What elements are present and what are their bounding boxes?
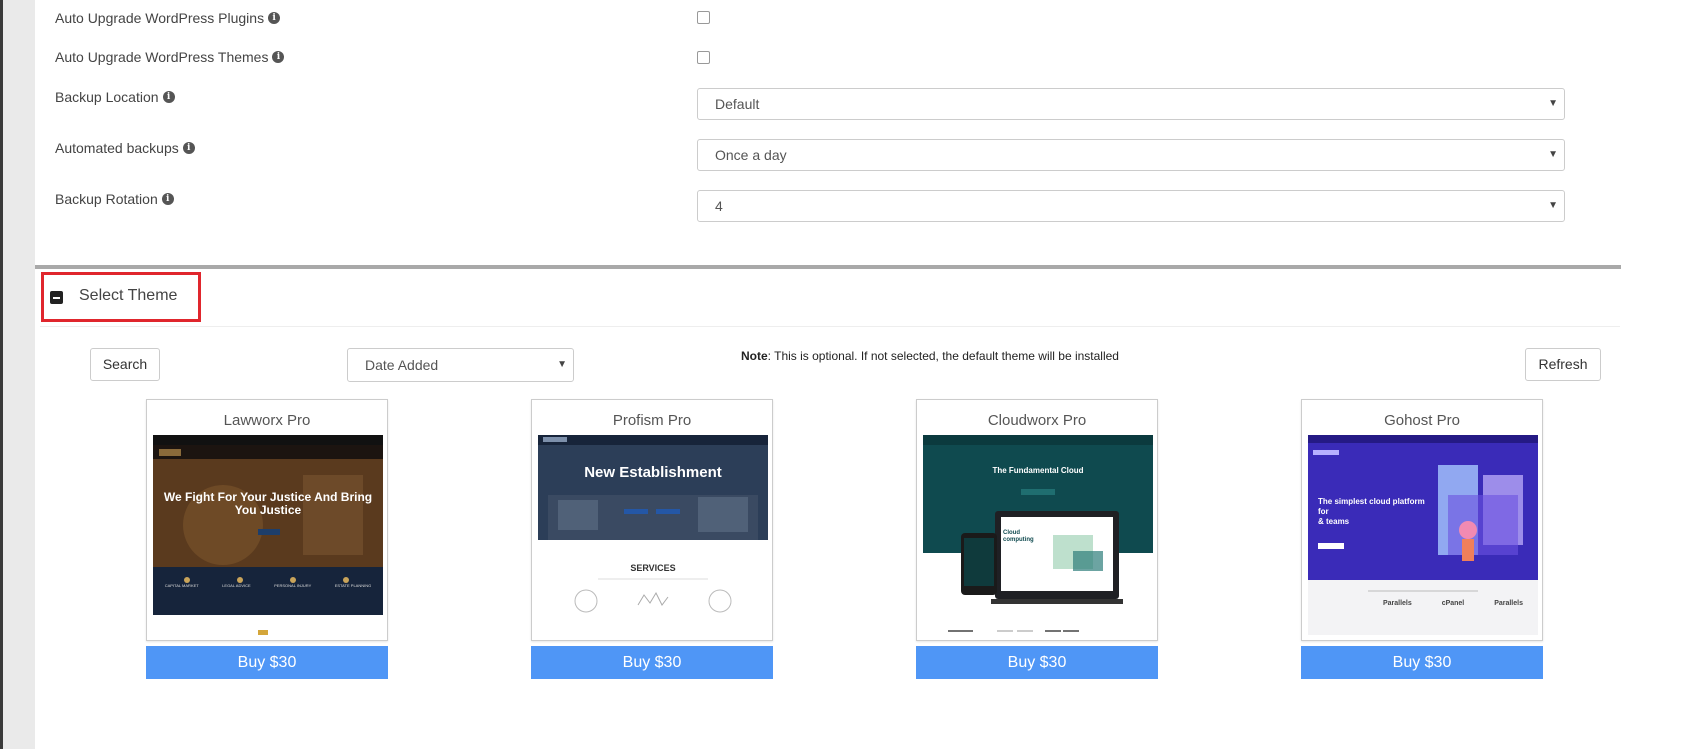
theme-preview-headline: We Fight For Your Justice And Bring You … bbox=[163, 490, 373, 517]
theme-name: Cloudworx Pro bbox=[987, 412, 1087, 429]
sort-select[interactable]: Date Added ▼ bbox=[347, 348, 574, 382]
theme-preview-headline: New Establishment bbox=[584, 464, 722, 481]
theme-card-lawworx[interactable]: Lawworx Pro We Fight For Your Justice An… bbox=[146, 399, 388, 641]
theme-preview-image[interactable]: The Fundamental Cloud Cloud computing bbox=[923, 435, 1153, 635]
chevron-down-icon: ▼ bbox=[1548, 98, 1558, 109]
auto-upgrade-plugins-checkbox[interactable] bbox=[697, 11, 710, 24]
theme-card-cloudworx[interactable]: Cloudworx Pro The Fundamental Cloud Clou… bbox=[916, 399, 1158, 641]
section-divider bbox=[35, 265, 1621, 269]
backup-rotation-label: Backup Rotation i bbox=[55, 191, 174, 207]
collapse-minus-icon[interactable] bbox=[50, 291, 63, 304]
header-underline bbox=[40, 326, 1620, 327]
chevron-down-icon: ▼ bbox=[1548, 149, 1558, 160]
theme-preview-image[interactable]: New Establishment SERVICES bbox=[538, 435, 768, 635]
auto-upgrade-themes-label: Auto Upgrade WordPress Themes i bbox=[55, 49, 285, 65]
theme-preview-partners: Parallels cPanel Parallels bbox=[1382, 600, 1523, 607]
theme-preview-subheading: Cloud computing bbox=[1003, 530, 1034, 543]
automated-backups-label: Automated backups i bbox=[55, 140, 195, 156]
auto-upgrade-plugins-label: Auto Upgrade WordPress Plugins i bbox=[55, 10, 281, 26]
theme-card-profism[interactable]: Profism Pro New Establishment SERVICES bbox=[531, 399, 773, 641]
theme-name: Lawworx Pro bbox=[223, 412, 311, 429]
info-icon[interactable]: i bbox=[268, 12, 281, 24]
buy-button-profism[interactable]: Buy $30 bbox=[531, 646, 773, 679]
info-icon[interactable]: i bbox=[161, 193, 174, 205]
optional-note: Note: This is optional. If not selected,… bbox=[741, 349, 1119, 363]
theme-preview-image[interactable]: We Fight For Your Justice And Bring You … bbox=[153, 435, 383, 635]
automated-backups-select[interactable]: Once a day ▼ bbox=[697, 139, 1565, 171]
info-icon[interactable]: i bbox=[272, 51, 285, 63]
theme-name: Profism Pro bbox=[612, 412, 692, 429]
info-icon[interactable]: i bbox=[162, 91, 175, 103]
window-left-edge bbox=[0, 0, 3, 749]
theme-preview-headline: The simplest cloud platform for bbox=[1318, 497, 1425, 516]
buy-button-gohost[interactable]: Buy $30 bbox=[1301, 646, 1543, 679]
backup-location-label: Backup Location i bbox=[55, 89, 175, 105]
chevron-down-icon: ▼ bbox=[557, 359, 567, 370]
theme-preview-headline: The Fundamental Cloud bbox=[992, 466, 1084, 475]
backup-location-select[interactable]: Default ▼ bbox=[697, 88, 1565, 120]
theme-name: Gohost Pro bbox=[1384, 412, 1460, 429]
theme-preview-features: CAPITAL MARKET LEGAL ADVICE PERSONAL INJ… bbox=[164, 583, 372, 588]
theme-preview-subheading: SERVICES bbox=[630, 563, 676, 573]
info-icon[interactable]: i bbox=[182, 142, 195, 154]
search-button[interactable]: Search bbox=[90, 348, 160, 381]
theme-preview-subheading: & teams bbox=[1318, 517, 1350, 526]
section-title: Select Theme bbox=[79, 287, 178, 304]
buy-button-cloudworx[interactable]: Buy $30 bbox=[916, 646, 1158, 679]
buy-button-lawworx[interactable]: Buy $30 bbox=[146, 646, 388, 679]
backup-rotation-select[interactable]: 4 ▼ bbox=[697, 190, 1565, 222]
refresh-button[interactable]: Refresh bbox=[1525, 348, 1601, 381]
theme-card-gohost[interactable]: Gohost Pro The simplest cloud platform f… bbox=[1301, 399, 1543, 641]
chevron-down-icon: ▼ bbox=[1548, 200, 1558, 211]
theme-preview-image[interactable]: The simplest cloud platform for & teams … bbox=[1308, 435, 1538, 635]
auto-upgrade-themes-checkbox[interactable] bbox=[697, 51, 710, 64]
